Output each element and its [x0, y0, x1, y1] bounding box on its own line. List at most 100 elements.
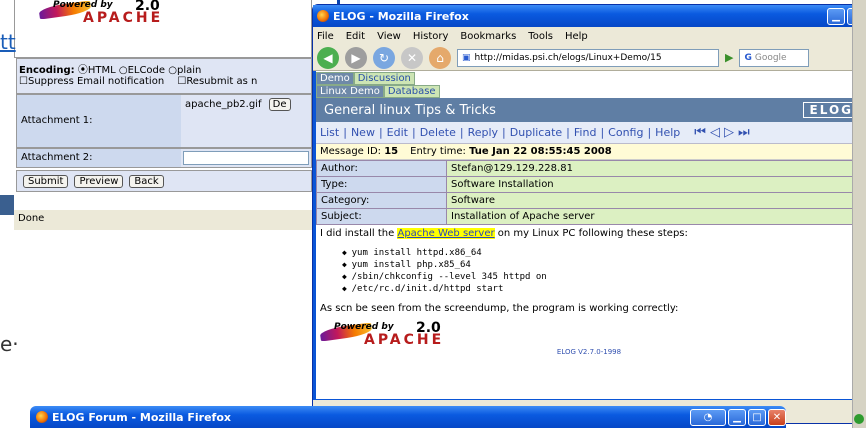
search-box[interactable]: G Google	[739, 48, 810, 67]
next-entry-icon[interactable]: ▷	[724, 125, 734, 140]
previous-entry-icon[interactable]: ◁	[710, 125, 720, 140]
menu-reply[interactable]: Reply	[468, 126, 498, 139]
maximize-icon[interactable]: □	[748, 408, 766, 426]
navigation-toolbar: ◀ ▶ ↻ ✕ ⌂ ▣ http://midas.psi.ch/elogs/Lin…	[313, 45, 865, 71]
resubmit-checkbox[interactable]: ☐	[177, 76, 186, 87]
back-arrow-icon[interactable]: ◀	[317, 46, 339, 69]
author-label: Author:	[316, 160, 447, 177]
body-conclusion: As scn be seen from the screendump, the …	[320, 303, 679, 314]
firefox-icon	[317, 10, 329, 22]
submit-button[interactable]: Submit	[23, 174, 69, 188]
firefox-window: ELOG - Mozilla Firefox ▁ □ File Edit Vie…	[312, 4, 866, 424]
menu-bar: File Edit View History Bookmarks Tools H…	[313, 27, 865, 45]
minimize-icon[interactable]: ▁	[827, 7, 845, 25]
menu-view[interactable]: View	[377, 31, 401, 42]
forward-arrow-icon[interactable]: ▶	[345, 46, 367, 69]
url-bar[interactable]: ▣ http://midas.psi.ch/elogs/Linux+Demo/15	[457, 48, 719, 67]
radio-elcode[interactable]: ○ELCode	[119, 65, 165, 76]
editor-area[interactable]: Powered by 2.0 APACHE	[14, 0, 312, 58]
table-row: Author: Stefan@129.129.228.81	[316, 160, 862, 177]
logo-word: APACHE	[364, 332, 445, 348]
title-bar[interactable]: ELOG - Mozilla Firefox ▁ □	[313, 5, 865, 27]
right-window-edge	[852, 0, 866, 428]
status-bar: Done	[14, 210, 312, 230]
menu-config[interactable]: Config	[608, 126, 643, 139]
table-row: Subject: Installation of Apache server	[316, 208, 862, 225]
attachment-1-filename[interactable]: apache_pb2.gif	[185, 99, 261, 110]
message-id-label: Message ID:	[320, 146, 382, 157]
delete-attachment-button[interactable]: De	[268, 98, 291, 111]
bottom-window-titlebar[interactable]: ELOG Forum - Mozilla Firefox ◔ ▁ □ ✕	[30, 406, 786, 428]
toggle-icon[interactable]: ◔	[690, 408, 726, 426]
bottom-window-title: ELOG Forum - Mozilla Firefox	[52, 410, 231, 424]
last-entry-icon[interactable]: ⏭	[738, 125, 750, 140]
list-item: /etc/rc.d/init.d/httpd start	[342, 283, 858, 295]
menu-tools[interactable]: Tools	[528, 31, 553, 42]
type-value: Software Installation	[446, 176, 862, 193]
minimize-icon[interactable]: ▁	[728, 408, 746, 426]
stop-icon[interactable]: ✕	[401, 46, 423, 69]
apache-logo: Powered by 2.0 APACHE	[38, 0, 179, 26]
tab-linux-demo[interactable]: Linux Demo	[316, 85, 384, 98]
entry-time-label: Entry time:	[410, 146, 466, 157]
table-row: Category: Software	[316, 192, 862, 209]
category-value: Software	[446, 192, 862, 209]
list-item: yum install php.x85_64	[342, 259, 858, 271]
body-text: I did install the	[320, 228, 398, 239]
text-fragment: e·	[0, 332, 19, 356]
entry-time: Tue Jan 22 08:55:45 2008	[469, 146, 612, 157]
radio-plain[interactable]: ○plain	[168, 65, 201, 76]
logbook-tabs: Linux Demo Database	[316, 85, 862, 98]
menu-list[interactable]: List	[320, 126, 339, 139]
list-item: /sbin/chkconfig --level 345 httpd on	[342, 271, 858, 283]
logo-powered-by: Powered by	[334, 322, 394, 332]
firefox-icon	[36, 411, 48, 423]
back-button[interactable]: Back	[129, 174, 164, 188]
menu-help-elog[interactable]: Help	[655, 126, 680, 139]
command-list: yum install httpd.x86_64 yum install php…	[342, 247, 858, 295]
home-icon[interactable]: ⌂	[429, 46, 451, 69]
menu-file[interactable]: File	[317, 31, 334, 42]
menu-delete[interactable]: Delete	[420, 126, 456, 139]
preview-button[interactable]: Preview	[74, 174, 124, 188]
menu-bookmarks[interactable]: Bookmarks	[460, 31, 516, 42]
attachment-1-row: Attachment 1: apache_pb2.gif De	[16, 94, 312, 148]
go-icon[interactable]: ▶	[725, 51, 733, 64]
suppress-checkbox[interactable]: ☐	[19, 76, 28, 87]
radio-html[interactable]: ⦿HTML	[78, 65, 116, 76]
logo-powered-by: Powered by	[53, 0, 113, 10]
tab-discussion[interactable]: Discussion	[353, 72, 415, 85]
apache-link[interactable]: Apache Web server	[397, 228, 495, 239]
edge-link-fragment[interactable]: tt	[0, 30, 16, 54]
type-label: Type:	[316, 176, 447, 193]
subject-label: Subject:	[316, 208, 447, 225]
tab-demo[interactable]: Demo	[316, 72, 354, 85]
tab-database[interactable]: Database	[383, 85, 440, 98]
menu-new[interactable]: New	[351, 126, 375, 139]
google-icon: G	[744, 52, 752, 63]
elog-version[interactable]: ELOG V2.7.0-1998	[320, 348, 858, 356]
close-icon[interactable]: ✕	[768, 408, 786, 426]
category-label: Category:	[316, 192, 447, 209]
reload-icon[interactable]: ↻	[373, 46, 395, 69]
logbook-header: General linux Tips & Tricks ELOG	[316, 98, 862, 122]
author-value: Stefan@129.129.228.81	[446, 160, 862, 177]
window-title: ELOG - Mozilla Firefox	[333, 9, 469, 23]
body-text: on my Linux PC following these steps:	[494, 228, 688, 239]
menu-edit[interactable]: Edit	[346, 31, 365, 42]
encoding-panel: Encoding: ⦿HTML ○ELCode ○plain ☐Suppress…	[16, 58, 312, 94]
menu-history[interactable]: History	[413, 31, 449, 42]
attached-image[interactable]: Powered by 2.0 APACHE	[319, 318, 858, 348]
attachment-1-cell: apache_pb2.gif De	[181, 95, 311, 147]
menu-help[interactable]: Help	[565, 31, 588, 42]
menu-duplicate[interactable]: Duplicate	[510, 126, 562, 139]
subject-value: Installation of Apache server	[446, 208, 862, 225]
menu-find[interactable]: Find	[574, 126, 597, 139]
status-check-icon	[854, 414, 864, 424]
attachment-2-input[interactable]	[183, 151, 309, 165]
first-entry-icon[interactable]: ⏮	[694, 125, 706, 140]
table-row: Type: Software Installation	[316, 176, 862, 193]
list-item: yum install httpd.x86_64	[342, 247, 858, 259]
attributes-table: Author: Stefan@129.129.228.81 Type: Softwa…	[316, 160, 862, 225]
menu-edit-entry[interactable]: Edit	[387, 126, 408, 139]
